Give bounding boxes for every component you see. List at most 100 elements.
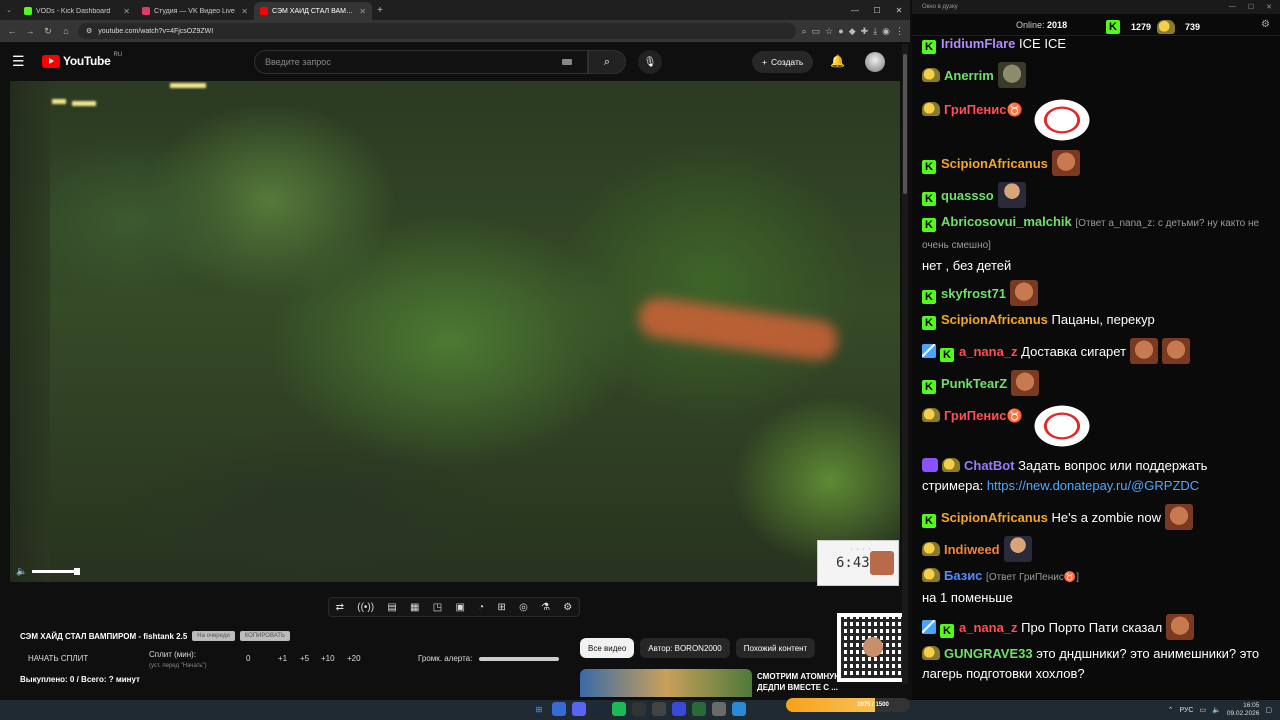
telegram-icon[interactable] [732, 702, 746, 716]
volume-icon[interactable]: 🔈 [16, 566, 27, 577]
maximize-icon[interactable]: ☐ [1248, 3, 1254, 11]
recommended-thumbnail[interactable] [580, 669, 752, 697]
discord-icon[interactable] [572, 702, 586, 716]
profile-icon[interactable]: ◉ [882, 26, 890, 37]
sound-icon[interactable]: 🔈 [1212, 706, 1221, 714]
scrollbar-thumb[interactable] [903, 54, 907, 194]
extension-icon[interactable]: ◆ [849, 26, 856, 37]
lens-icon[interactable]: ⌕ [802, 26, 807, 37]
menu-icon[interactable]: ☰ [12, 53, 32, 70]
video-player[interactable] [10, 81, 900, 582]
more-icon[interactable]: ⋮ [895, 26, 904, 37]
steam-icon[interactable] [592, 702, 606, 716]
download-icon[interactable]: ⤓ [873, 26, 877, 37]
camera-icon[interactable]: ◎ [519, 602, 528, 613]
pip-icon[interactable]: ◳ [433, 602, 442, 613]
reload-icon[interactable]: ↻ [42, 26, 54, 37]
chat-username[interactable]: Abricosovui_malchik [941, 214, 1072, 229]
queue-badge[interactable]: На очереди [192, 631, 235, 641]
maximize-icon[interactable]: ☐ [866, 6, 888, 15]
spotify-icon[interactable] [612, 702, 626, 716]
minimize-icon[interactable]: — [844, 6, 866, 15]
new-tab-button[interactable]: + [372, 5, 388, 16]
chat-username[interactable]: ChatBot [964, 458, 1015, 473]
language-indicator[interactable]: РУС [1179, 707, 1193, 714]
chat-username[interactable]: Базис [944, 568, 982, 583]
speed-icon[interactable]: ◔ [478, 602, 484, 613]
add-icon[interactable]: ⊞ [497, 602, 505, 613]
voice-search-button[interactable]: 🎙 [638, 50, 662, 74]
page-scrollbar[interactable] [902, 44, 908, 684]
chat-username[interactable]: quassso [941, 188, 994, 203]
chat-username[interactable]: Anerrim [944, 68, 994, 83]
split-add-20-button[interactable]: +20 [347, 654, 361, 663]
broadcast-icon[interactable]: ((•)) [357, 602, 374, 613]
flask-icon[interactable]: ⚗ [541, 602, 550, 613]
create-button[interactable]: + Создать [752, 51, 814, 73]
donate-link[interactable]: https://new.donatepay.ru/@GRPZDC [987, 478, 1199, 493]
chat-username[interactable]: IridiumFlare [941, 36, 1015, 51]
app-icon[interactable] [672, 702, 686, 716]
cast-icon[interactable]: ▭ [812, 26, 821, 37]
chat-username[interactable]: ScipionAfricanus [941, 156, 1048, 171]
subtitles-icon[interactable]: ▣ [455, 602, 464, 613]
loop-icon[interactable]: ⇄ [336, 602, 344, 613]
app-icon[interactable] [652, 702, 666, 716]
film-icon[interactable]: ▦ [410, 602, 419, 613]
chat-username[interactable]: Indiweed [944, 542, 1000, 557]
chat-username[interactable]: PunkTearZ [941, 376, 1007, 391]
split-add-5-button[interactable]: +5 [300, 654, 309, 663]
tab-search-icon[interactable]: ⌄ [0, 6, 18, 14]
chat-username[interactable]: GUNGRAVE33 [944, 646, 1033, 661]
search-input[interactable]: Введите запрос [254, 50, 588, 74]
tray-chevron-icon[interactable]: ⌃ [1168, 706, 1174, 714]
keyboard-icon[interactable] [562, 59, 572, 65]
notifications-icon[interactable]: ▢ [1265, 706, 1272, 714]
chat-username[interactable]: ГриПенис♉ [944, 102, 1023, 117]
app-icon[interactable] [692, 702, 706, 716]
avatar[interactable] [865, 52, 885, 72]
volume-control[interactable]: 🔈 [16, 566, 81, 577]
close-tab-icon[interactable]: ✕ [359, 7, 366, 16]
chip-related[interactable]: Похожий контент [735, 638, 816, 658]
chat-username[interactable]: ScipionAfricanus [941, 510, 1048, 525]
forward-icon[interactable]: → [24, 26, 36, 36]
clock[interactable]: 16:05 09.02.2026 [1227, 702, 1260, 718]
copy-button[interactable]: КОПИРОВАТЬ [239, 631, 290, 641]
app-icon[interactable] [712, 702, 726, 716]
puzzle-icon[interactable]: ✚ [861, 26, 869, 37]
close-window-icon[interactable]: ✕ [888, 6, 910, 15]
chat-username[interactable]: ГриПенис♉ [944, 408, 1023, 423]
back-icon[interactable]: ← [6, 26, 18, 36]
tab-kick[interactable]: VODs - Kick Dashboard ✕ [18, 2, 136, 20]
home-icon[interactable]: ⌂ [60, 26, 72, 36]
extension-icon[interactable]: ● [838, 26, 843, 37]
chip-all-videos[interactable]: Все видео [580, 638, 635, 658]
star-icon[interactable]: ☆ [825, 26, 833, 37]
url-field[interactable]: ⚙ youtube.com/watch?v=4FjcsOZ9ZWI [78, 23, 796, 39]
start-split-button[interactable]: НАЧАТЬ СПЛИТ [28, 654, 88, 663]
notifications-bell-icon[interactable]: 🔔 [830, 54, 845, 68]
chat-username[interactable]: a_nana_z [959, 620, 1018, 635]
split-add-10-button[interactable]: +10 [321, 654, 335, 663]
chat-username[interactable]: skyfrost71 [941, 286, 1006, 301]
settings-gear-icon[interactable]: ⚙ [563, 602, 572, 613]
close-window-icon[interactable]: ✕ [1266, 3, 1272, 11]
windows-start-icon[interactable]: ⊞ [532, 702, 546, 716]
youtube-logo[interactable]: YouTube RU [42, 52, 122, 68]
tab-youtube[interactable]: СЭМ ХАЙД СТАЛ ВАМПИ ✕ [254, 2, 372, 20]
chat-username[interactable]: a_nana_z [959, 344, 1018, 359]
network-icon[interactable]: ▭ [1199, 706, 1206, 714]
volume-slider[interactable] [32, 568, 81, 575]
chat-settings-icon[interactable]: ⚙ [1261, 19, 1270, 30]
playlist-icon[interactable]: ▤ [387, 602, 396, 613]
chat-username[interactable]: ScipionAfricanus [941, 312, 1048, 327]
tab-vk[interactable]: Студия — VK Видео Live ✕ [136, 2, 254, 20]
close-tab-icon[interactable]: ✕ [241, 7, 248, 16]
chip-author[interactable]: Автор: BORON2000 [640, 638, 730, 658]
site-info-icon[interactable]: ⚙ [86, 27, 92, 35]
minimize-icon[interactable]: — [1229, 3, 1236, 11]
close-tab-icon[interactable]: ✕ [123, 7, 130, 16]
search-button[interactable]: ⌕ [588, 50, 626, 74]
alert-volume-slider[interactable] [479, 657, 559, 661]
